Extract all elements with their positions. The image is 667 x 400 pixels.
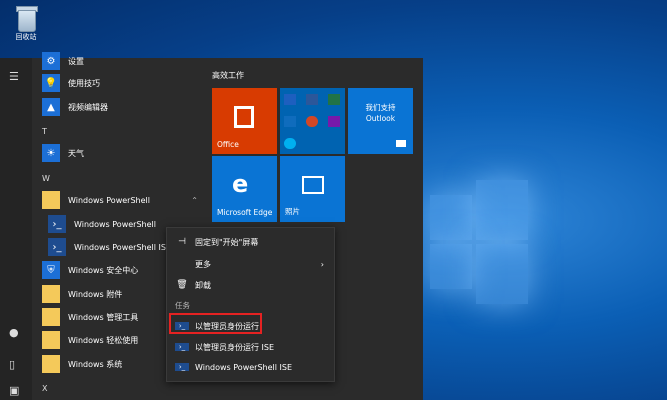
photos-icon (302, 176, 324, 194)
user-icon[interactable]: ● (9, 326, 19, 339)
menu-item-pin[interactable]: ⊣ 固定到"开始"屏幕 (167, 233, 334, 251)
folder-icon (42, 285, 60, 303)
shield-icon: ⛨ (42, 261, 60, 279)
tile-office[interactable]: Office (212, 88, 277, 154)
tile-photos[interactable]: 照片 (280, 156, 345, 222)
pictures-icon[interactable]: ▣ (9, 384, 19, 397)
highlight-box (169, 313, 262, 334)
letter-header-t[interactable]: T (42, 127, 47, 136)
onedrive-mini-icon (284, 116, 296, 127)
word-mini-icon (306, 94, 318, 105)
list-item-video-editor[interactable]: ▲ 视频编辑器 (32, 96, 202, 118)
powershell-ise-icon: ›_ (175, 343, 189, 351)
list-item-settings[interactable]: ⚙ 设置 (32, 50, 202, 72)
trash-icon: 🗑 (176, 280, 188, 290)
tile-edge[interactable]: e Microsoft Edge (212, 156, 277, 222)
menu-item-uninstall[interactable]: 🗑 卸载 (167, 276, 334, 294)
excel-mini-icon (328, 94, 340, 105)
edge-icon: e (232, 170, 249, 198)
list-item-weather[interactable]: ☀ 天气 (32, 142, 202, 164)
tile-office-apps[interactable] (280, 88, 345, 154)
folder-icon (42, 331, 60, 349)
list-item-tips[interactable]: 💡 使用技巧 (32, 72, 202, 94)
letter-header-x[interactable]: X (42, 384, 47, 393)
office-icon (234, 106, 254, 128)
mail-icon (396, 140, 406, 147)
pin-icon: ⊣ (178, 237, 186, 247)
recycle-bin[interactable]: 回收站 (8, 4, 44, 42)
menu-item-powershell-ise[interactable]: ›_ Windows PowerShell ISE (167, 358, 334, 376)
tile-outlook[interactable]: 我们支持 Outlook (348, 88, 413, 154)
gear-icon: ⚙ (42, 52, 60, 70)
powershell-ise-icon: ›_ (48, 238, 66, 256)
onenote-mini-icon (328, 116, 340, 127)
recycle-bin-icon (15, 4, 38, 32)
lightbulb-icon: 💡 (42, 74, 60, 92)
outlook-mini-icon (284, 94, 296, 105)
menu-item-more[interactable]: 更多 › (167, 255, 334, 273)
context-menu: ⊣ 固定到"开始"屏幕 更多 › 🗑 卸载 任务 ›_ 以管理员身份运行 ›_ … (166, 227, 335, 382)
hamburger-icon[interactable]: ☰ (9, 70, 19, 83)
document-icon[interactable]: ▯ (9, 358, 15, 371)
photos-icon: ▲ (42, 98, 60, 116)
menu-section-tasks: 任务 (175, 300, 190, 310)
chevron-up-icon: ⌃ (191, 195, 198, 205)
skype-mini-icon (284, 138, 296, 149)
list-item-powershell-folder[interactable]: Windows PowerShell ⌃ (32, 189, 202, 211)
powershell-icon: ›_ (48, 215, 66, 233)
menu-item-run-as-admin-ise[interactable]: ›_ 以管理员身份运行 ISE (167, 338, 334, 356)
weather-icon: ☀ (42, 144, 60, 162)
recycle-bin-label: 回收站 (15, 33, 37, 41)
chevron-right-icon: › (320, 259, 324, 269)
folder-icon (42, 191, 60, 209)
letter-header-w[interactable]: W (42, 174, 50, 183)
start-rail: ☰ ● ▯ ▣ (0, 58, 32, 400)
windows-logo-wallpaper (420, 150, 667, 320)
folder-icon (42, 355, 60, 373)
folder-icon (42, 308, 60, 326)
powerpoint-mini-icon (306, 116, 318, 127)
powershell-ise-icon: ›_ (175, 363, 189, 371)
tile-group-title[interactable]: 高效工作 (212, 70, 244, 81)
